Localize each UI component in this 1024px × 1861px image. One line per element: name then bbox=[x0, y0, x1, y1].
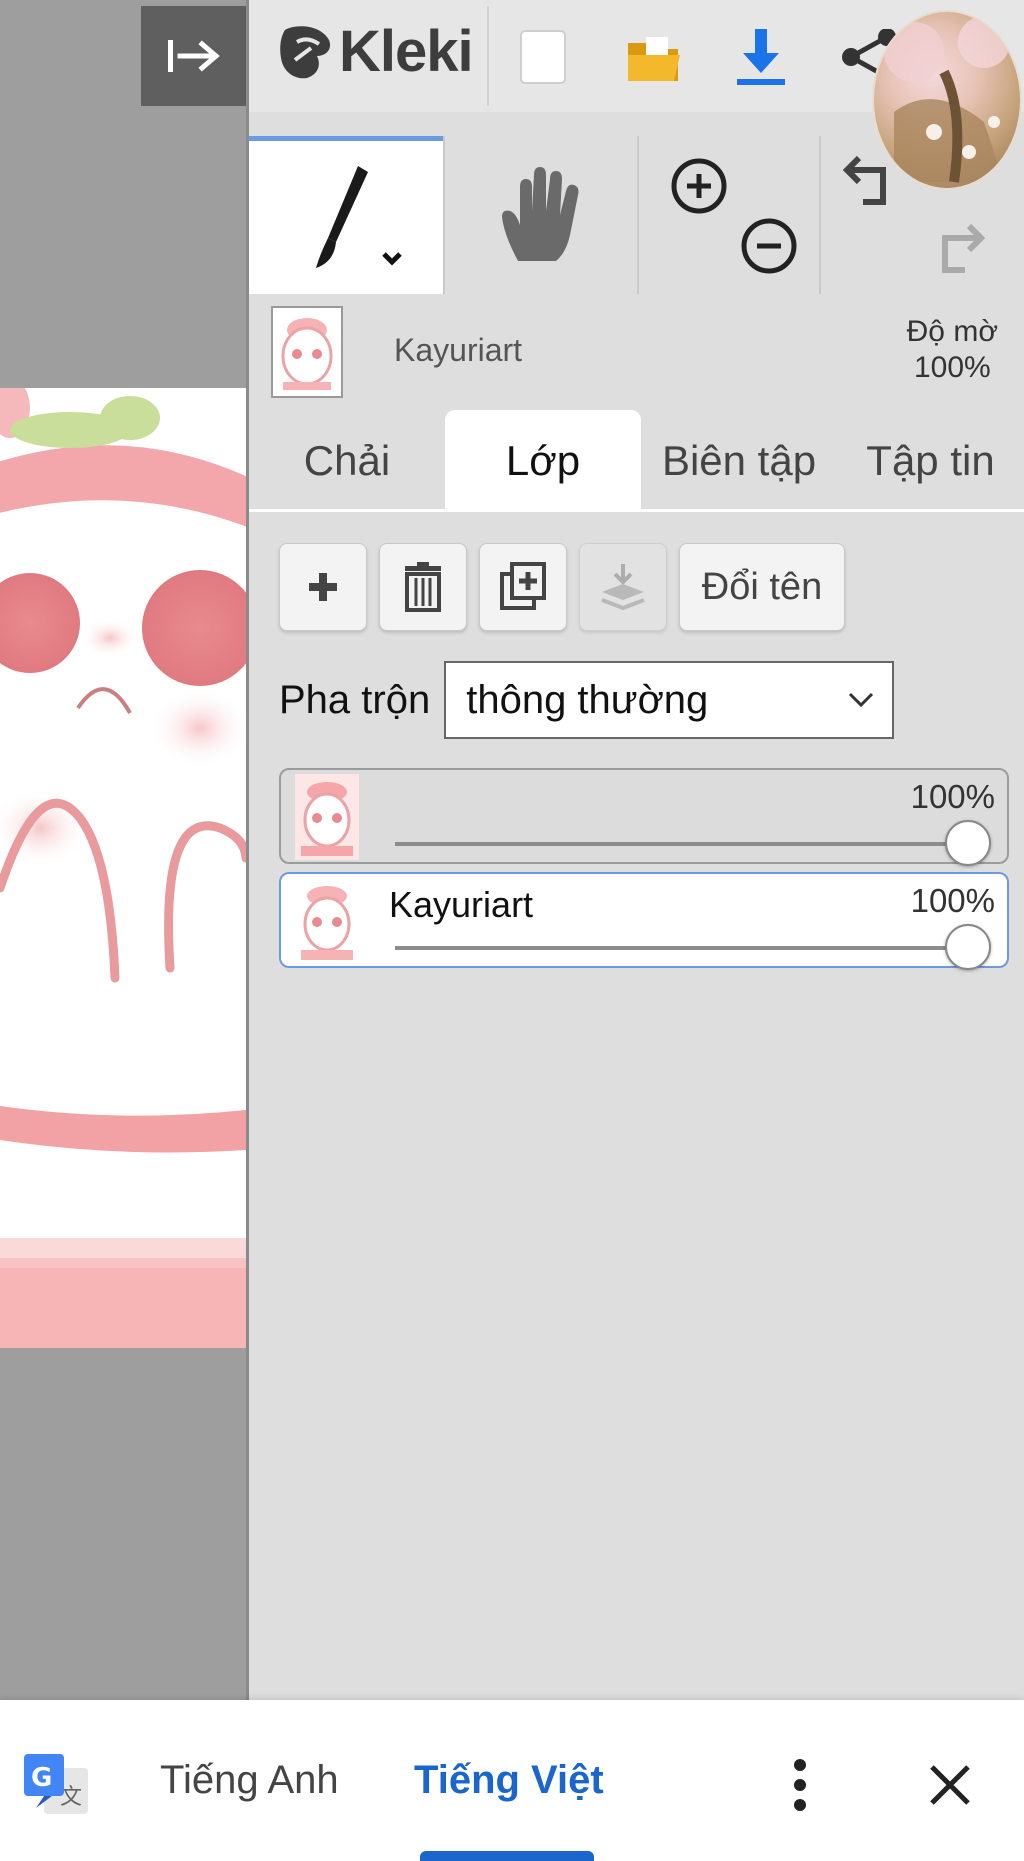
layer-opacity-slider-handle[interactable] bbox=[945, 924, 991, 970]
tab-file[interactable]: Tập tin bbox=[837, 410, 1024, 512]
layer-thumbnail bbox=[295, 878, 359, 964]
current-layer-thumbnail[interactable] bbox=[271, 306, 343, 398]
open-file-button[interactable] bbox=[621, 22, 685, 92]
close-translate-button[interactable] bbox=[920, 1750, 980, 1820]
layer-name: Kayuriart bbox=[389, 884, 534, 925]
avatar-image bbox=[884, 16, 1010, 183]
layer-opacity: 100% bbox=[910, 778, 995, 815]
layer-thumbnail-art bbox=[295, 774, 359, 860]
google-translate-logo: 文 G bbox=[24, 1754, 88, 1814]
canvas-area[interactable] bbox=[0, 0, 249, 1700]
drawing-artwork bbox=[0, 388, 246, 1348]
rename-layer-button[interactable]: Đổi tên bbox=[679, 543, 845, 631]
layer-opacity-slider-handle[interactable] bbox=[945, 820, 991, 866]
merge-down-button[interactable] bbox=[579, 543, 667, 631]
blend-mode-label: Pha trộn bbox=[279, 677, 431, 722]
blend-mode-row: Pha trộn thông thường bbox=[279, 660, 895, 740]
svg-text:G: G bbox=[31, 1763, 52, 1793]
new-file-icon bbox=[520, 30, 566, 84]
duplicate-icon bbox=[500, 562, 546, 610]
collapse-panel-button[interactable] bbox=[141, 6, 247, 106]
layer-item[interactable]: 100% bbox=[279, 768, 1009, 866]
delete-layer-button[interactable] bbox=[379, 543, 467, 631]
close-icon bbox=[930, 1765, 970, 1805]
chevron-down-icon bbox=[849, 692, 874, 708]
more-options-button[interactable] bbox=[780, 1750, 820, 1820]
source-language-tab[interactable]: Tiếng Anh bbox=[160, 1758, 339, 1803]
user-avatar[interactable] bbox=[872, 10, 1022, 190]
google-translate-icon[interactable]: 文 G bbox=[22, 1750, 92, 1820]
merge-down-icon bbox=[601, 564, 645, 611]
folder-icon bbox=[628, 37, 680, 81]
layer-opacity: 100% bbox=[910, 882, 995, 919]
side-panel: Kleki Kayuriart Độ mờ 100% Chải Lớp Biên… bbox=[249, 0, 1024, 1700]
active-language-indicator bbox=[420, 1851, 594, 1861]
layer-item-selected[interactable]: Kayuriart 100% bbox=[279, 872, 1009, 970]
opacity-value: 100% bbox=[913, 351, 991, 384]
trash-icon bbox=[405, 562, 441, 612]
layer-opacity-display[interactable]: Độ mờ 100% bbox=[907, 314, 998, 386]
zoom-buttons bbox=[639, 136, 819, 294]
kleki-logo[interactable]: Kleki bbox=[275, 18, 474, 85]
layer-thumbnail-art bbox=[281, 318, 333, 390]
target-language-tab[interactable]: Tiếng Việt bbox=[414, 1758, 604, 1803]
layer-opacity-slider[interactable] bbox=[395, 946, 971, 950]
current-layer-info: Kayuriart Độ mờ 100% bbox=[249, 294, 1024, 406]
collapse-right-icon bbox=[168, 40, 220, 72]
kleki-logo-icon bbox=[280, 25, 331, 78]
zoom-out-icon[interactable] bbox=[739, 216, 799, 276]
drawing-canvas[interactable] bbox=[0, 388, 246, 1348]
layer-thumbnail bbox=[295, 774, 359, 860]
tab-brush[interactable]: Chải bbox=[249, 410, 445, 512]
save-button[interactable] bbox=[729, 22, 793, 92]
duplicate-layer-button[interactable] bbox=[479, 543, 567, 631]
current-layer-name: Kayuriart bbox=[394, 332, 523, 368]
app-title: Kleki bbox=[339, 19, 474, 84]
new-file-button[interactable] bbox=[511, 22, 575, 92]
blend-mode-value: thông thường bbox=[466, 677, 709, 722]
opacity-label: Độ mờ bbox=[906, 315, 998, 348]
tab-layers[interactable]: Lớp bbox=[445, 410, 641, 512]
layer-opacity-slider[interactable] bbox=[395, 842, 971, 846]
redo-icon[interactable] bbox=[929, 216, 989, 276]
hand-icon bbox=[502, 167, 579, 261]
more-vertical-icon bbox=[794, 1759, 806, 1811]
blend-mode-select[interactable]: thông thường bbox=[444, 661, 895, 739]
zoom-in-icon[interactable] bbox=[669, 156, 729, 216]
brush-tool-button[interactable] bbox=[249, 136, 443, 294]
toolbar-separator bbox=[487, 6, 489, 106]
brush-icon bbox=[316, 165, 402, 268]
add-layer-button[interactable] bbox=[279, 543, 367, 631]
panel-tabs: Chải Lớp Biên tập Tập tin bbox=[249, 410, 1024, 512]
layer-thumbnail-art bbox=[295, 878, 359, 964]
hand-tool-button[interactable] bbox=[445, 136, 637, 294]
translate-bar: 文 G Tiếng Anh Tiếng Việt bbox=[0, 1700, 1024, 1861]
tab-edit[interactable]: Biên tập bbox=[641, 410, 837, 512]
download-icon bbox=[737, 29, 785, 85]
plus-icon bbox=[309, 573, 337, 601]
